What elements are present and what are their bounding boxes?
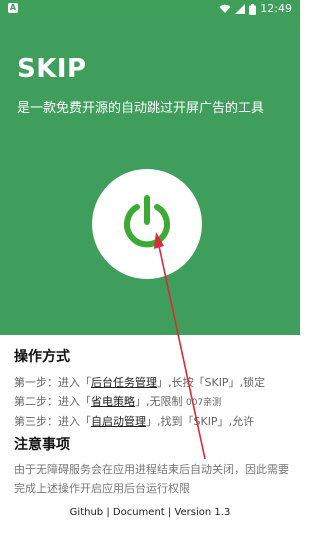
step-3-prefix: 第三步：进入「: [14, 415, 91, 428]
notes-title: 注意事项: [14, 437, 70, 453]
footer-separator: |: [167, 507, 172, 518]
footer-separator: |: [106, 507, 110, 518]
step-2-suffix: 」,无限制: [135, 395, 186, 408]
document-link[interactable]: Document: [113, 507, 165, 518]
wifi-icon: [219, 4, 231, 13]
step-2-extra: 007亲测: [186, 398, 222, 408]
background-task-link[interactable]: 后台任务管理: [91, 376, 157, 389]
instructions-title: 操作方式: [14, 349, 70, 365]
status-time: 12:49: [260, 2, 292, 15]
step-1: 第一步：进入「后台任务管理」,长按「SKIP」,锁定: [14, 374, 265, 390]
github-link[interactable]: Github: [70, 507, 103, 518]
step-2: 第二步：进入「省电策略」,无限制 007亲测: [14, 393, 221, 409]
notification-icon: A: [8, 3, 18, 13]
step-1-prefix: 第一步：进入「: [14, 376, 91, 389]
step-3: 第三步：进入「自启动管理」,找到「SKIP」,允许: [14, 413, 254, 429]
power-toggle-button[interactable]: [92, 169, 202, 279]
status-bar: A 12:49: [0, 0, 300, 18]
power-icon: [124, 195, 170, 248]
app-screen: A 12:49 SKIP 是一款免费开源的自动跳过开屏广告的工具 操作方式 第一…: [0, 0, 300, 534]
version-label: Version 1.3: [174, 507, 231, 518]
status-icons: 12:49: [219, 2, 292, 16]
power-saving-link[interactable]: 省电策略: [91, 395, 135, 408]
hero-header: SKIP 是一款免费开源的自动跳过开屏广告的工具: [0, 18, 300, 335]
step-1-suffix: 」,长按「SKIP」,锁定: [157, 376, 266, 389]
step-2-prefix: 第二步：进入「: [14, 395, 91, 408]
app-title: SKIP: [17, 54, 87, 84]
notes-text: 由于无障碍服务会在应用进程结束后自动关闭，因此需要完成上述操作开启应用后台运行权…: [14, 463, 289, 495]
battery-icon: [249, 3, 257, 15]
step-3-suffix: 」,找到「SKIP」,允许: [146, 415, 255, 428]
app-subtitle: 是一款免费开源的自动跳过开屏广告的工具: [17, 101, 265, 116]
footer: Github | Document | Version 1.3: [0, 507, 300, 518]
signal-icon: [235, 4, 246, 14]
auto-start-link[interactable]: 自启动管理: [91, 415, 146, 428]
